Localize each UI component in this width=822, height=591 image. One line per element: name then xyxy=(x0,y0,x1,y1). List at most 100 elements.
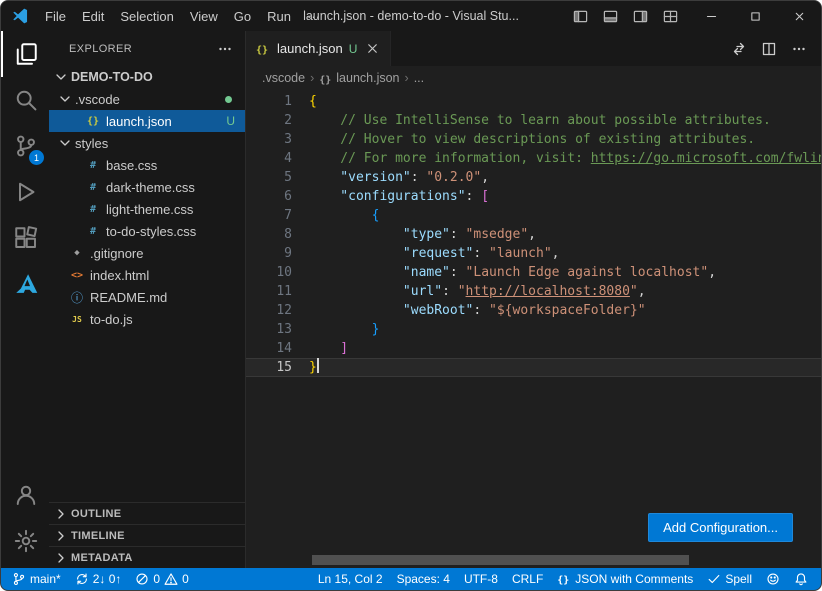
tab-close-icon[interactable] xyxy=(365,41,380,56)
close-button[interactable] xyxy=(777,1,821,31)
activity-source-control[interactable]: 1 xyxy=(1,123,49,169)
code-line-12[interactable]: 12 "webRoot": "${workspaceFolder}" xyxy=(246,301,821,320)
chevron-right-icon xyxy=(53,528,69,544)
chevron-down-icon xyxy=(57,135,73,151)
tree-item-to-do-styles.css[interactable]: #to-do-styles.css xyxy=(49,220,245,242)
status-git-branch[interactable]: main* xyxy=(5,568,68,590)
menu-edit[interactable]: Edit xyxy=(74,6,112,27)
tree-item-.gitignore[interactable]: ◆.gitignore xyxy=(49,242,245,264)
tree-item-styles[interactable]: styles xyxy=(49,132,245,154)
menu-run[interactable]: Run xyxy=(259,6,299,27)
status-indentation[interactable]: Spaces: 4 xyxy=(390,568,457,590)
tree-item-launch.json[interactable]: {}launch.jsonU xyxy=(49,110,245,132)
toggle-primary-sidebar-button[interactable] xyxy=(567,4,593,28)
activity-azure[interactable] xyxy=(1,261,49,307)
tree-item-dark-theme.css[interactable]: #dark-theme.css xyxy=(49,176,245,198)
sync-icon xyxy=(75,572,89,586)
gear-icon xyxy=(14,529,38,553)
status-cursor-position[interactable]: Ln 15, Col 2 xyxy=(311,568,390,590)
code-line-14[interactable]: 14 ] xyxy=(246,339,821,358)
section-outline[interactable]: OUTLINE xyxy=(49,502,245,524)
menu-go[interactable]: Go xyxy=(226,6,259,27)
tab-launch-json[interactable]: {} launch.json U xyxy=(246,31,391,66)
line-number: 3 xyxy=(246,130,309,149)
code-line-2[interactable]: 2 // Use IntelliSense to learn about pos… xyxy=(246,111,821,130)
breadcrumb-item[interactable]: {}launch.json xyxy=(319,71,399,85)
menu-selection[interactable]: Selection xyxy=(112,6,181,27)
maximize-button[interactable] xyxy=(733,1,777,31)
activity-search[interactable] xyxy=(1,77,49,123)
activity-settings[interactable] xyxy=(1,518,49,564)
json-braces-icon: {} xyxy=(557,572,571,586)
css-file-icon: # xyxy=(85,201,101,217)
section-label: METADATA xyxy=(71,552,133,564)
debug-icon xyxy=(14,180,38,204)
menu-bar: FileEditSelectionViewGoRun··· xyxy=(37,6,328,27)
code-line-5[interactable]: 5 "version": "0.2.0", xyxy=(246,168,821,187)
status-feedback[interactable] xyxy=(759,568,787,590)
activity-accounts[interactable] xyxy=(1,472,49,518)
js-file-icon: JS xyxy=(69,311,85,327)
feedback-icon xyxy=(766,572,780,586)
code-line-6[interactable]: 6 "configurations": [ xyxy=(246,187,821,206)
activity-extensions[interactable] xyxy=(1,215,49,261)
status-language-mode[interactable]: {}JSON with Comments xyxy=(550,568,700,590)
code-line-15[interactable]: 15} xyxy=(246,358,821,377)
json-braces-icon: {} xyxy=(256,41,271,56)
horizontal-scrollbar[interactable] xyxy=(312,555,689,565)
tree-item-base.css[interactable]: #base.css xyxy=(49,154,245,176)
code-line-10[interactable]: 10 "name": "Launch Edge against localhos… xyxy=(246,263,821,282)
status-encoding[interactable]: UTF-8 xyxy=(457,568,505,590)
json-braces-icon: {} xyxy=(319,72,332,85)
tree-item-README.md[interactable]: ⓘREADME.md xyxy=(49,286,245,308)
section-timeline[interactable]: TIMELINE xyxy=(49,524,245,546)
status-notifications[interactable] xyxy=(787,568,815,590)
open-changes-icon[interactable] xyxy=(731,41,747,57)
tree-item-light-theme.css[interactable]: #light-theme.css xyxy=(49,198,245,220)
breadcrumb-separator: › xyxy=(405,71,409,85)
tab-label: launch.json xyxy=(277,41,343,56)
status-problems[interactable]: 00 xyxy=(128,568,195,590)
menu-file[interactable]: File xyxy=(37,6,74,27)
layout-secondary-icon xyxy=(633,9,648,24)
activity-run-and-debug[interactable] xyxy=(1,169,49,215)
text-cursor xyxy=(317,358,319,373)
section-metadata[interactable]: METADATA xyxy=(49,546,245,568)
modified-indicator-dot xyxy=(225,96,232,103)
status-eol[interactable]: CRLF xyxy=(505,568,550,590)
file-label: to-do-styles.css xyxy=(106,224,196,239)
code-editor[interactable]: 1{2 // Use IntelliSense to learn about p… xyxy=(246,90,821,568)
breadcrumb-item[interactable]: .vscode xyxy=(262,71,305,85)
activity-explorer[interactable] xyxy=(1,31,49,77)
file-label: dark-theme.css xyxy=(106,180,195,195)
minimize-button[interactable] xyxy=(689,1,733,31)
code-line-4[interactable]: 4 // For more information, visit: https:… xyxy=(246,149,821,168)
menu-view[interactable]: View xyxy=(182,6,226,27)
more-icon[interactable] xyxy=(791,41,807,57)
code-line-3[interactable]: 3 // Hover to view descriptions of exist… xyxy=(246,130,821,149)
status-sync-changes[interactable]: 2↓ 0↑ xyxy=(68,568,129,590)
toggle-panel-button[interactable] xyxy=(597,4,623,28)
tree-item-index.html[interactable]: <>index.html xyxy=(49,264,245,286)
azure-icon xyxy=(14,272,38,296)
account-icon xyxy=(14,483,38,507)
split-editor-icon[interactable] xyxy=(761,41,777,57)
code-line-11[interactable]: 11 "url": "http://localhost:8080", xyxy=(246,282,821,301)
tree-item-to-do.js[interactable]: JSto-do.js xyxy=(49,308,245,330)
toggle-secondary-sidebar-button[interactable] xyxy=(627,4,653,28)
add-configuration-button[interactable]: Add Configuration... xyxy=(648,513,793,542)
code-line-9[interactable]: 9 "request": "launch", xyxy=(246,244,821,263)
code-line-13[interactable]: 13 } xyxy=(246,320,821,339)
tree-root-folder[interactable]: DEMO-TO-DO xyxy=(49,66,245,88)
code-line-1[interactable]: 1{ xyxy=(246,92,821,111)
vscode-window: FileEditSelectionViewGoRun··· launch.jso… xyxy=(0,0,822,591)
code-line-7[interactable]: 7 { xyxy=(246,206,821,225)
customize-layout-button[interactable] xyxy=(657,4,683,28)
breadcrumb-item[interactable]: ... xyxy=(414,71,424,85)
tree-item-.vscode[interactable]: .vscode xyxy=(49,88,245,110)
chevron-right-icon xyxy=(53,506,69,522)
explorer-more-actions-icon[interactable] xyxy=(217,41,233,57)
status-spell-checker[interactable]: Spell xyxy=(700,568,759,590)
code-line-8[interactable]: 8 "type": "msedge", xyxy=(246,225,821,244)
line-number: 4 xyxy=(246,149,309,168)
